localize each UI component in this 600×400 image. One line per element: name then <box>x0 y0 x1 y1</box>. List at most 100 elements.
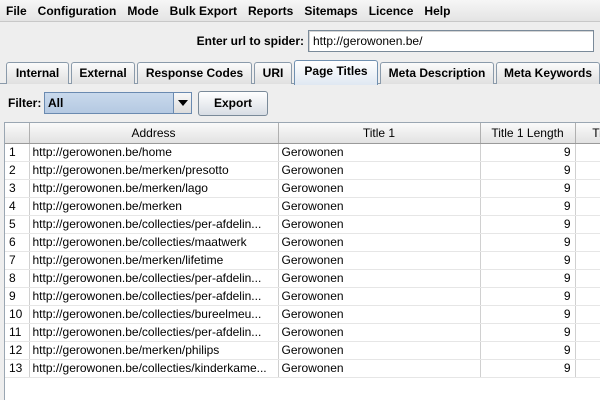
filter-value: All <box>48 96 64 110</box>
title-cell: Gerowonen <box>278 179 481 198</box>
title-cell: Gerowonen <box>278 233 481 252</box>
row-index: 7 <box>5 251 30 270</box>
extra-cell <box>575 305 600 324</box>
title-length-cell: 9 <box>480 269 576 288</box>
url-input[interactable] <box>308 30 594 52</box>
export-button[interactable]: Export <box>198 91 268 116</box>
extra-cell <box>575 359 600 378</box>
table-row[interactable]: 13 http://gerowonen.be/collecties/kinderk… <box>5 359 600 378</box>
menu-bulk-export[interactable]: Bulk Export <box>164 0 242 22</box>
extra-cell <box>575 215 600 234</box>
row-index: 13 <box>5 359 30 378</box>
chevron-down-icon[interactable] <box>173 93 191 113</box>
page-titles-table: Address Title 1 Title 1 Length Titl 1htt… <box>4 122 600 400</box>
column-header-address[interactable]: Address <box>29 123 279 144</box>
menu-help[interactable]: Help <box>418 0 455 22</box>
menu-sitemaps[interactable]: Sitemaps <box>298 0 362 22</box>
table-body: 1 http://gerowonen.be/home Gerowonen 9 2 http… <box>5 143 600 378</box>
tab-meta-description[interactable]: Meta Description <box>380 62 494 84</box>
address-cell: http://gerowonen.be/home <box>29 143 279 162</box>
title-cell: Gerowonen <box>278 251 481 270</box>
table-row[interactable]: 9 http://gerowonen.be/collecties/per-afde… <box>5 287 600 306</box>
title-length-cell: 9 <box>480 251 576 270</box>
extra-cell <box>575 161 600 180</box>
address-cell: http://gerowonen.be/collecties/bureelmeu… <box>29 305 279 324</box>
column-header-index[interactable] <box>5 123 30 144</box>
table-row[interactable]: 7 http://gerowonen.be/merken/lifetime Gero… <box>5 251 600 270</box>
table-row[interactable]: 2 http://gerowonen.be/merken/presotto Gero… <box>5 161 600 180</box>
table-row[interactable]: 8 http://gerowonen.be/collecties/per-afde… <box>5 269 600 288</box>
column-header-title-extra[interactable]: Titl <box>575 123 600 144</box>
row-index: 11 <box>5 323 30 342</box>
row-index: 10 <box>5 305 30 324</box>
extra-cell <box>575 287 600 306</box>
title-length-cell: 9 <box>480 341 576 360</box>
tab-external[interactable]: External <box>71 62 135 84</box>
title-length-cell: 9 <box>480 197 576 216</box>
title-length-cell: 9 <box>480 179 576 198</box>
table-row[interactable]: 4 http://gerowonen.be/merken Gerowonen 9 <box>5 197 600 216</box>
filter-label: Filter: <box>8 96 42 110</box>
title-length-cell: 9 <box>480 359 576 378</box>
tab-bar: Internal External Response Codes URI Pag… <box>0 60 600 85</box>
address-cell: http://gerowonen.be/collecties/per-afdel… <box>29 269 279 288</box>
row-index: 6 <box>5 233 30 252</box>
filter-select[interactable]: All <box>44 92 192 114</box>
address-cell: http://gerowonen.be/merken <box>29 197 279 216</box>
row-index: 5 <box>5 215 30 234</box>
table-row[interactable]: 3 http://gerowonen.be/merken/lago Gerowone… <box>5 179 600 198</box>
table-row[interactable]: 6 http://gerowonen.be/collecties/maatwerk… <box>5 233 600 252</box>
menu-mode[interactable]: Mode <box>121 0 163 22</box>
address-cell: http://gerowonen.be/collecties/maatwerk <box>29 233 279 252</box>
tab-internal[interactable]: Internal <box>6 62 69 84</box>
menu-licence[interactable]: Licence <box>363 0 419 22</box>
url-label: Enter url to spider: <box>196 34 304 48</box>
tab-response-codes[interactable]: Response Codes <box>137 62 252 84</box>
table-row[interactable]: 10 http://gerowonen.be/collecties/bureelm… <box>5 305 600 324</box>
extra-cell <box>575 269 600 288</box>
table-row[interactable]: 5 http://gerowonen.be/collecties/per-afde… <box>5 215 600 234</box>
title-cell: Gerowonen <box>278 287 481 306</box>
row-index: 12 <box>5 341 30 360</box>
title-cell: Gerowonen <box>278 197 481 216</box>
address-cell: http://gerowonen.be/collecties/per-afdel… <box>29 215 279 234</box>
row-index: 4 <box>5 197 30 216</box>
title-cell: Gerowonen <box>278 359 481 378</box>
row-index: 8 <box>5 269 30 288</box>
column-header-title-1[interactable]: Title 1 <box>278 123 481 144</box>
title-length-cell: 9 <box>480 143 576 162</box>
title-cell: Gerowonen <box>278 341 481 360</box>
title-length-cell: 9 <box>480 215 576 234</box>
title-length-cell: 9 <box>480 233 576 252</box>
title-length-cell: 9 <box>480 305 576 324</box>
extra-cell <box>575 233 600 252</box>
address-cell: http://gerowonen.be/collecties/kinderkam… <box>29 359 279 378</box>
table-row[interactable]: 12 http://gerowonen.be/merken/philips Gero… <box>5 341 600 360</box>
column-header-title-1-length[interactable]: Title 1 Length <box>480 123 576 144</box>
menu-configuration[interactable]: Configuration <box>32 0 122 22</box>
title-cell: Gerowonen <box>278 323 481 342</box>
title-cell: Gerowonen <box>278 215 481 234</box>
table-row[interactable]: 1 http://gerowonen.be/home Gerowonen 9 <box>5 143 600 162</box>
title-cell: Gerowonen <box>278 305 481 324</box>
title-length-cell: 9 <box>480 161 576 180</box>
title-cell: Gerowonen <box>278 143 481 162</box>
tab-page-titles[interactable]: Page Titles <box>294 60 378 85</box>
title-length-cell: 9 <box>480 323 576 342</box>
title-cell: Gerowonen <box>278 269 481 288</box>
row-index: 9 <box>5 287 30 306</box>
title-length-cell: 9 <box>480 287 576 306</box>
filter-panel: Filter: All Export <box>0 84 600 122</box>
title-cell: Gerowonen <box>278 161 481 180</box>
extra-cell <box>575 341 600 360</box>
address-cell: http://gerowonen.be/merken/lago <box>29 179 279 198</box>
url-row: Enter url to spider: <box>0 28 600 54</box>
extra-cell <box>575 143 600 162</box>
tab-meta-keywords[interactable]: Meta Keywords <box>496 62 600 84</box>
table-row[interactable]: 11 http://gerowonen.be/collecties/per-afd… <box>5 323 600 342</box>
extra-cell <box>575 179 600 198</box>
menu-reports[interactable]: Reports <box>242 0 298 22</box>
tab-uri[interactable]: URI <box>254 62 292 84</box>
menu-file[interactable]: File <box>0 0 32 22</box>
address-cell: http://gerowonen.be/merken/presotto <box>29 161 279 180</box>
